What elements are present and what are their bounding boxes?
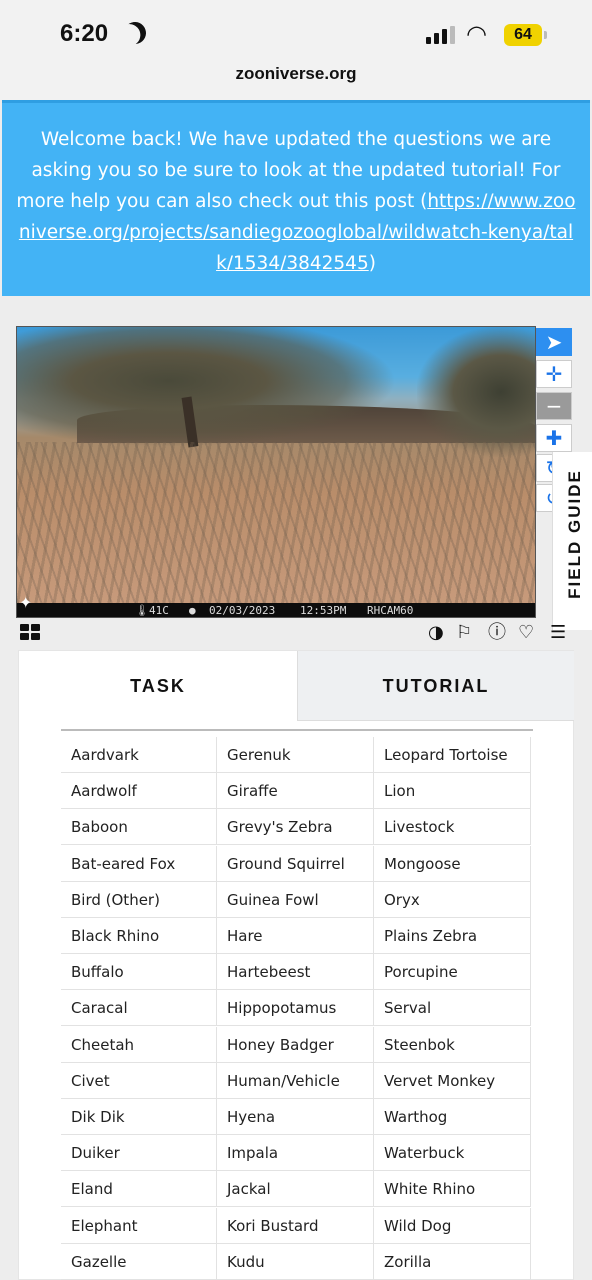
species-choice[interactable]: Bird (Other) [61, 881, 217, 918]
species-choice[interactable]: Hartebeest [217, 954, 374, 991]
species-choice[interactable]: Dik Dik [61, 1099, 217, 1135]
zoom-out-icon[interactable]: − [536, 392, 572, 420]
species-choice[interactable]: Ground Squirrel [217, 845, 374, 882]
species-choice[interactable]: Guinea Fowl [217, 881, 374, 918]
tab-tutorial[interactable]: TUTORIAL [297, 651, 574, 721]
species-choice[interactable]: Eland [61, 1171, 217, 1208]
battery-icon: 64 [504, 24, 547, 46]
thermometer-icon: 🌡 [135, 604, 149, 617]
species-choice[interactable]: Caracal [61, 990, 217, 1027]
pointer-icon[interactable]: ➤ [536, 328, 572, 356]
species-choice[interactable]: Black Rhino [61, 918, 217, 954]
camera-info-strip: 🌡 41C ● 02/03/2023 12:53PM RHCAM60 [17, 603, 535, 617]
banner-text-end: ) [368, 253, 376, 274]
subject-image[interactable]: 🌡 41C ● 02/03/2023 12:53PM RHCAM60 ✦ [16, 326, 536, 618]
signal-icon [426, 26, 456, 44]
capture-time: 12:53PM [300, 604, 347, 617]
species-choice[interactable]: Aardvark [61, 737, 217, 773]
species-choice[interactable]: Duiker [61, 1135, 217, 1172]
species-choice[interactable]: Bat-eared Fox [61, 845, 217, 882]
species-choice[interactable]: Hippopotamus [217, 990, 374, 1027]
camera-id: RHCAM60 [367, 604, 414, 617]
species-choice[interactable]: Livestock [374, 809, 531, 846]
species-choice[interactable]: Honey Badger [217, 1026, 374, 1063]
species-choice[interactable]: Aardwolf [61, 773, 217, 810]
species-choice[interactable]: Hare [217, 918, 374, 954]
species-choice[interactable]: Mongoose [374, 845, 531, 882]
species-choice[interactable]: Plains Zebra [374, 918, 531, 954]
species-choice[interactable]: White Rhino [374, 1171, 531, 1208]
status-bar: 6:20 ◠ 64 zooniverse.org [0, 0, 592, 100]
info-icon[interactable]: ⓘ [488, 622, 506, 644]
species-choice[interactable]: Baboon [61, 809, 217, 846]
move-icon[interactable]: ✛ [536, 360, 572, 388]
species-choice[interactable]: Zorilla [374, 1243, 531, 1280]
task-panel: TASK TUTORIAL Aardvark Aardwolf Baboon Bat-… [18, 650, 574, 1280]
species-choice[interactable]: Elephant [61, 1207, 217, 1244]
species-choice[interactable]: Lion [374, 773, 531, 810]
grid-view-icon[interactable] [20, 624, 40, 640]
species-choice[interactable]: Serval [374, 990, 531, 1027]
wifi-icon: ◠ [466, 20, 487, 48]
temperature: 41C [149, 604, 169, 617]
species-choice[interactable]: Steenbok [374, 1026, 531, 1063]
capture-date: 02/03/2023 [209, 604, 276, 617]
species-choice[interactable]: Oryx [374, 881, 531, 918]
field-guide-label: FIELD GUIDE [565, 469, 584, 599]
divider [61, 729, 533, 731]
species-choice[interactable]: Gerenuk [217, 737, 374, 773]
image-actions-bar: ◑ ⚐ ⓘ ♡ ☰ [16, 620, 572, 646]
clock: 6:20 [60, 20, 109, 47]
collection-icon[interactable]: ☰ [550, 622, 566, 644]
favorite-icon[interactable]: ♡ [518, 622, 534, 644]
species-choice[interactable]: Hyena [217, 1099, 374, 1135]
moon-icon [121, 19, 149, 47]
field-guide-tab[interactable]: FIELD GUIDE [552, 452, 592, 630]
tab-task[interactable]: TASK [19, 651, 297, 721]
moon-phase-icon: ● [189, 604, 196, 617]
species-choice[interactable]: Leopard Tortoise [374, 737, 531, 773]
species-choice[interactable]: Civet [61, 1062, 217, 1099]
species-choice[interactable]: Jackal [217, 1171, 374, 1208]
species-choice[interactable]: Human/Vehicle [217, 1062, 374, 1099]
species-choice[interactable]: Kori Bustard [217, 1207, 374, 1244]
invert-icon[interactable]: ◑ [428, 622, 444, 644]
species-choice[interactable]: Gazelle [61, 1243, 217, 1280]
flag-icon[interactable]: ⚐ [456, 622, 472, 644]
browning-logo-icon: ✦ [19, 593, 33, 612]
species-choice[interactable]: Grevy's Zebra [217, 809, 374, 846]
camera-trap-photo [17, 327, 535, 603]
species-choice[interactable]: Buffalo [61, 954, 217, 991]
species-choice[interactable]: Warthog [374, 1099, 531, 1135]
zoom-in-icon[interactable]: ✚ [536, 424, 572, 452]
species-choice[interactable]: Giraffe [217, 773, 374, 810]
welcome-banner: Welcome back! We have updated the questi… [2, 100, 590, 296]
url-bar[interactable]: zooniverse.org [0, 64, 592, 84]
species-choice[interactable]: Cheetah [61, 1026, 217, 1063]
species-choice[interactable]: Wild Dog [374, 1207, 531, 1244]
species-choice[interactable]: Waterbuck [374, 1135, 531, 1172]
species-choice[interactable]: Porcupine [374, 954, 531, 991]
species-choice[interactable]: Vervet Monkey [374, 1062, 531, 1099]
species-choice[interactable]: Impala [217, 1135, 374, 1172]
species-choice[interactable]: Kudu [217, 1243, 374, 1280]
